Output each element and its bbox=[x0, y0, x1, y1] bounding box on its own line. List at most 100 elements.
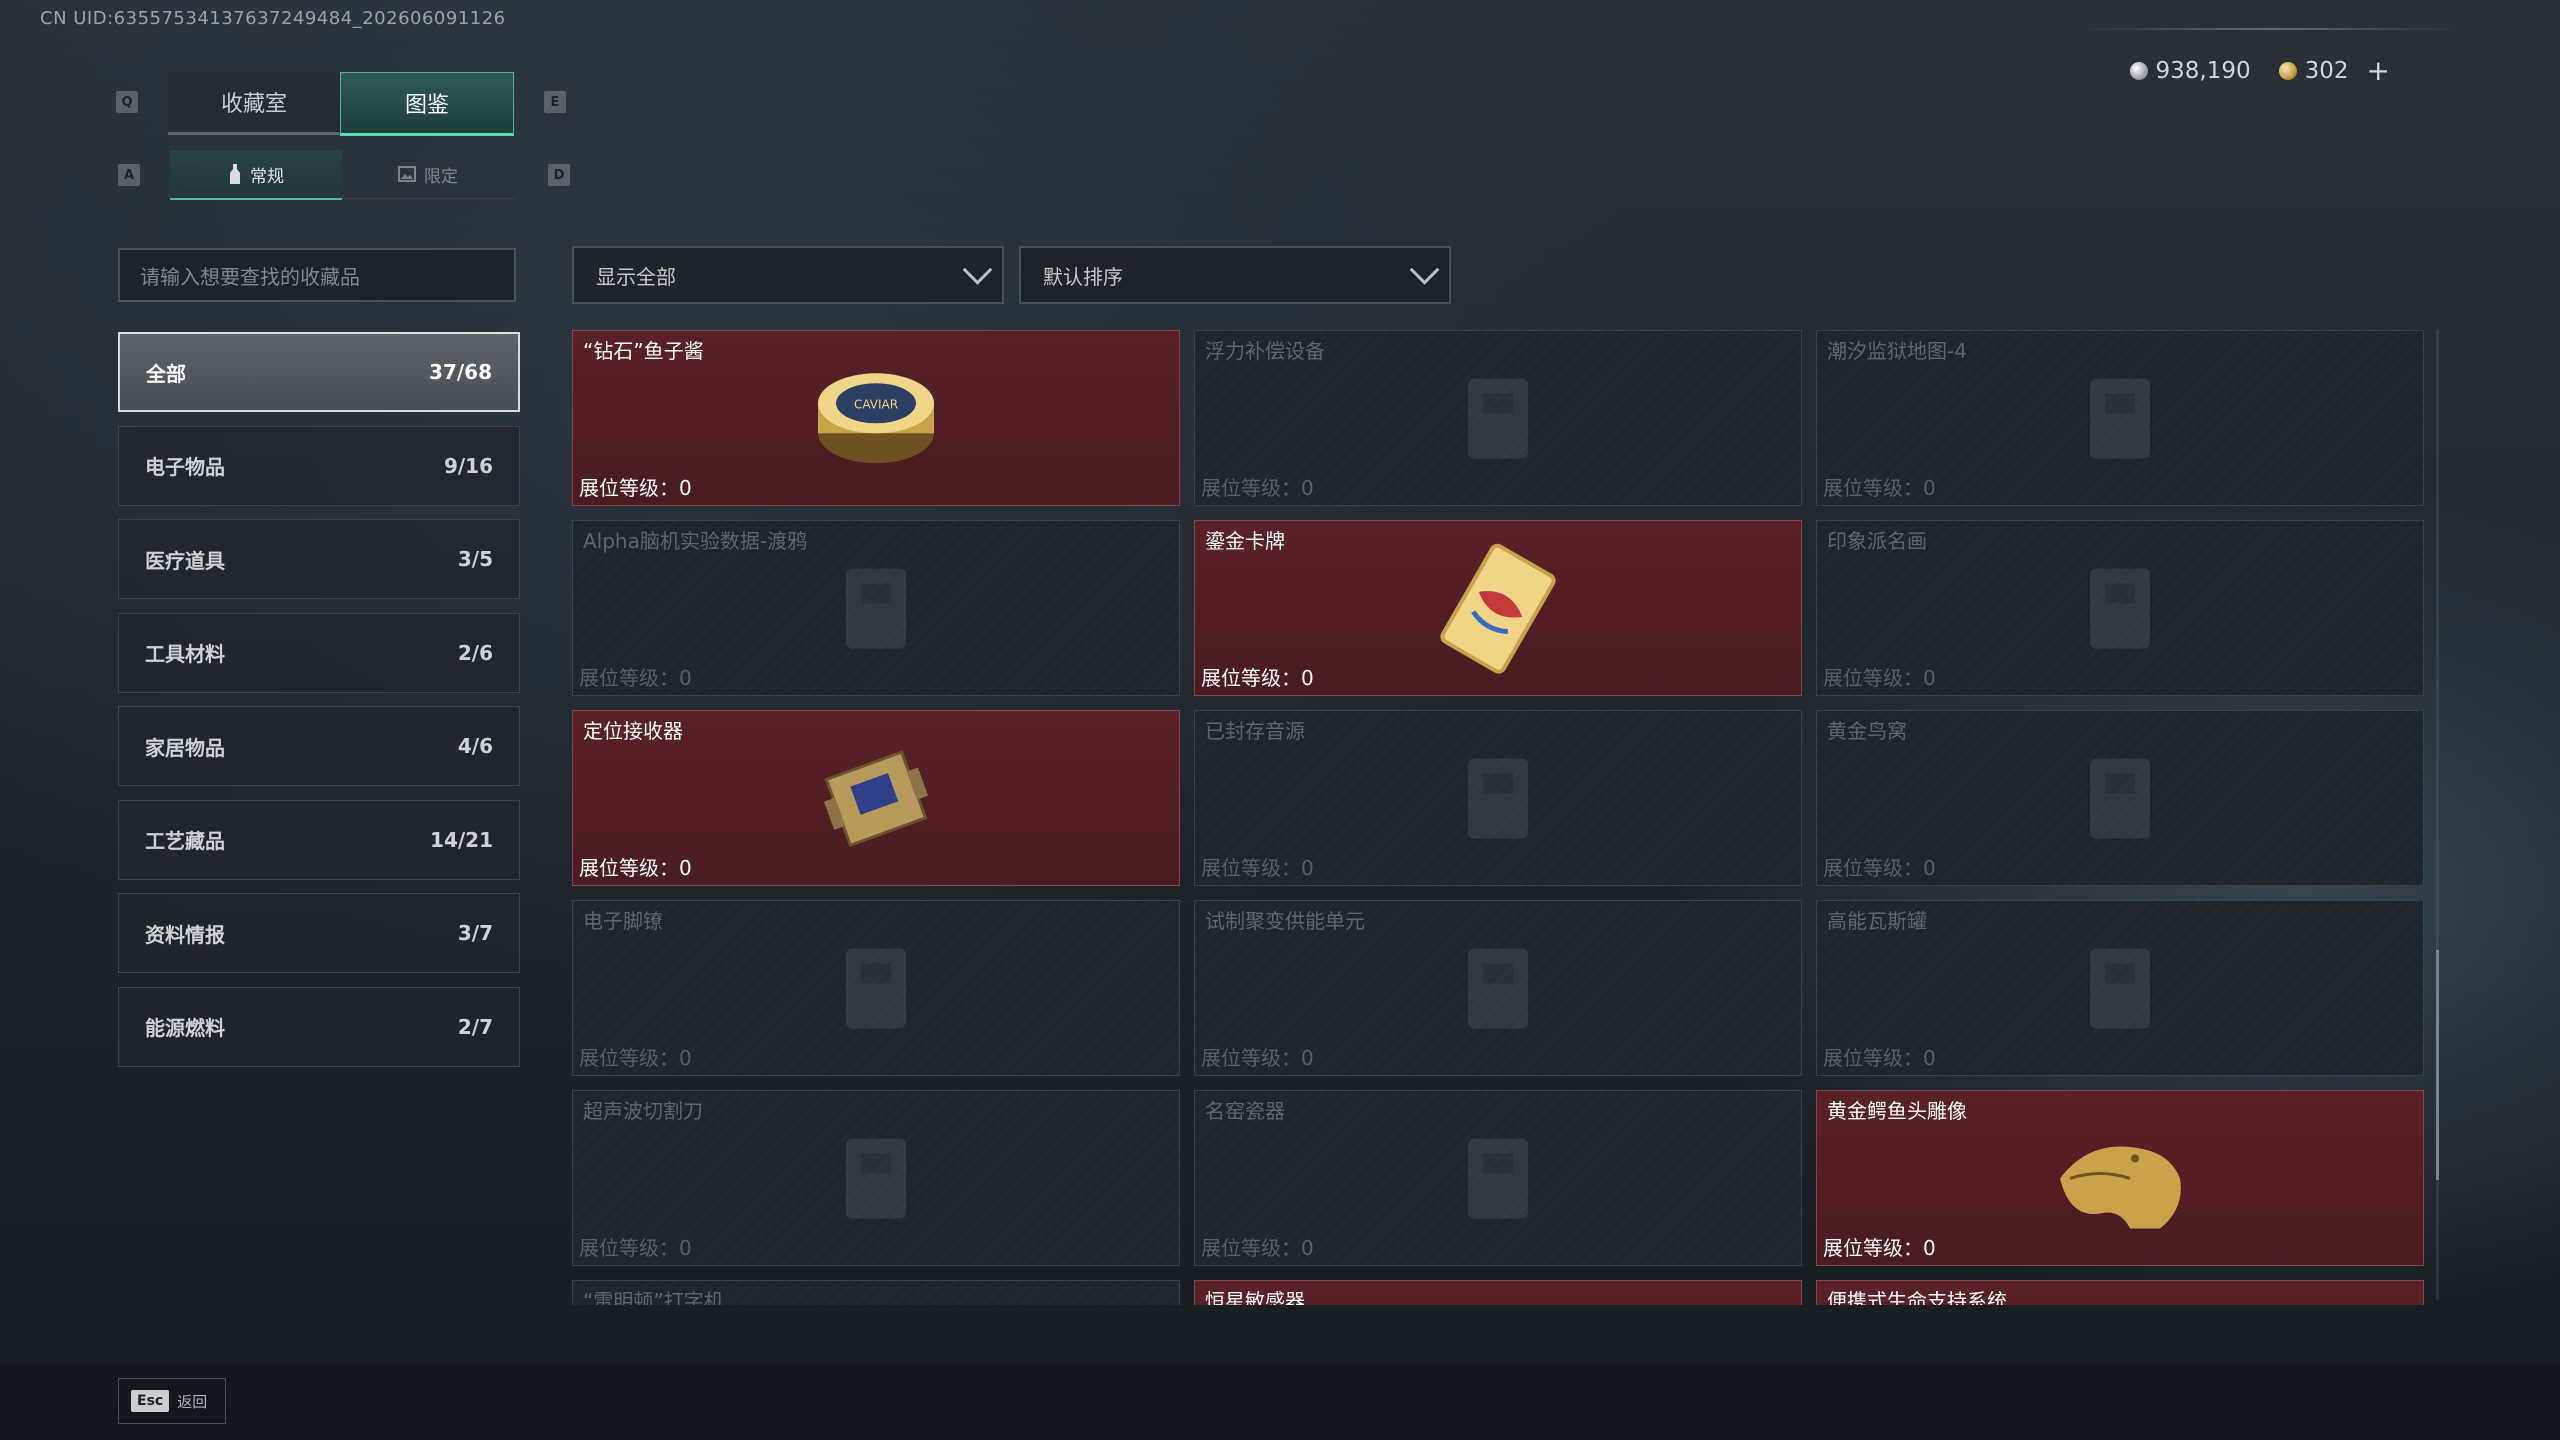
level-label: 展位等级： bbox=[1201, 476, 1301, 500]
ankle-monitor-icon bbox=[816, 928, 936, 1052]
subtab-regular[interactable]: 常规 bbox=[170, 150, 342, 200]
collection-card[interactable]: 超声波切割刀展位等级：0 bbox=[572, 1090, 1180, 1266]
item-level: 展位等级：0 bbox=[1201, 852, 1314, 881]
collection-card[interactable]: “钻石”鱼子酱 CAVIAR 展位等级：0 bbox=[572, 330, 1180, 506]
gilded-card-icon bbox=[1423, 543, 1573, 678]
tab-codex[interactable]: 图鉴 bbox=[340, 72, 514, 136]
level-value: 0 bbox=[1923, 476, 1936, 500]
tab-collection-room[interactable]: 收藏室 bbox=[168, 72, 340, 135]
item-name: 电子脚镣 bbox=[583, 909, 663, 933]
item-level: 展位等级：0 bbox=[1823, 472, 1936, 501]
gold-amount: 302 bbox=[2304, 57, 2349, 84]
item-level: 展位等级：0 bbox=[1823, 852, 1936, 881]
category-label: 能源燃料 bbox=[145, 1016, 225, 1040]
add-currency-button[interactable]: + bbox=[2367, 54, 2390, 87]
currency-bar: 938,190 302 + bbox=[2129, 54, 2390, 87]
item-name: 已封存音源 bbox=[1205, 719, 1305, 743]
category-item[interactable]: 家居物品 4/6 bbox=[118, 706, 520, 786]
category-item[interactable]: 资料情报 3/7 bbox=[118, 893, 520, 973]
level-label: 展位等级： bbox=[1201, 666, 1301, 690]
collection-card[interactable]: 黄金鸟窝 展位等级：0 bbox=[1816, 710, 2424, 886]
collection-card[interactable]: 试制聚变供能单元展位等级：0 bbox=[1194, 900, 1802, 1076]
gold-currency: 302 + bbox=[2278, 54, 2390, 87]
scrollbar-thumb[interactable] bbox=[2436, 950, 2439, 1180]
level-label: 展位等级： bbox=[579, 1236, 679, 1260]
gold-coin-icon bbox=[2278, 61, 2297, 80]
item-level: 展位等级：0 bbox=[1823, 1042, 1936, 1071]
painting-icon bbox=[2060, 548, 2180, 672]
item-name: Alpha脑机实验数据-渡鸦 bbox=[583, 529, 808, 553]
collection-card[interactable]: Alpha脑机实验数据-渡鸦 展位等级：0 bbox=[572, 520, 1180, 696]
collection-card[interactable]: 便携式生命支持系统 bbox=[1816, 1280, 2424, 1305]
level-label: 展位等级： bbox=[579, 476, 679, 500]
data-drive-icon bbox=[816, 548, 936, 672]
level-label: 展位等级： bbox=[579, 856, 679, 880]
receiver-icon bbox=[811, 734, 941, 868]
prev-tab-key[interactable]: Q bbox=[116, 91, 138, 113]
item-name: 潮汐监狱地图-4 bbox=[1827, 339, 1967, 363]
category-item[interactable]: 工艺藏品 14/21 bbox=[118, 799, 520, 880]
collection-card[interactable]: 电子脚镣 展位等级：0 bbox=[572, 900, 1180, 1076]
level-label: 展位等级： bbox=[1823, 666, 1923, 690]
collection-card[interactable]: 浮力补偿设备 展位等级：0 bbox=[1194, 330, 1802, 506]
bottle-icon bbox=[230, 164, 240, 184]
collection-card[interactable]: 鎏金卡牌展位等级：0 bbox=[1194, 520, 1802, 696]
prev-subtab-key[interactable]: A bbox=[118, 164, 140, 186]
caviar-tin-icon: CAVIAR bbox=[811, 363, 941, 477]
next-tab-key[interactable]: E bbox=[544, 91, 566, 113]
item-name: 鎏金卡牌 bbox=[1205, 529, 1285, 553]
category-list: 全部 37/68 电子物品 9/16 医疗道具 3/5 工具材料 2/6 家居物品 4/6 工艺藏品… bbox=[118, 332, 520, 1080]
level-value: 0 bbox=[679, 476, 692, 500]
chevron-down-icon bbox=[1409, 254, 1440, 285]
category-item[interactable]: 全部 37/68 bbox=[118, 332, 520, 412]
fusion-unit-icon bbox=[1438, 928, 1558, 1052]
level-value: 0 bbox=[1301, 856, 1314, 880]
category-count: 37/68 bbox=[429, 360, 492, 384]
subtab-limited[interactable]: 限定 bbox=[342, 150, 514, 199]
sound-source-icon bbox=[1438, 738, 1558, 862]
collection-card[interactable]: 恒星敏感器 bbox=[1194, 1280, 1802, 1305]
porcelain-vase-icon bbox=[1438, 1118, 1558, 1242]
category-item[interactable]: 电子物品 9/16 bbox=[118, 425, 520, 506]
collection-card[interactable]: 名窑瓷器 展位等级：0 bbox=[1194, 1090, 1802, 1266]
back-label: 返回 bbox=[177, 1392, 208, 1411]
sort-dropdown[interactable]: 默认排序 bbox=[1019, 246, 1451, 304]
category-item[interactable]: 能源燃料 2/7 bbox=[118, 986, 520, 1067]
collection-card[interactable]: “雷明顿”打字机 bbox=[572, 1280, 1180, 1305]
level-label: 展位等级： bbox=[579, 1046, 679, 1070]
collection-card[interactable]: 潮汐监狱地图-4 展位等级：0 bbox=[1816, 330, 2424, 506]
item-name: 恒星敏感器 bbox=[1205, 1289, 1305, 1305]
uid-text: CN UID:6355753413763724948​4_20260609112… bbox=[40, 8, 506, 29]
category-count: 4/6 bbox=[457, 734, 493, 758]
level-value: 0 bbox=[1923, 1046, 1936, 1070]
level-label: 展位等级： bbox=[1823, 856, 1923, 880]
collection-card[interactable]: 高能瓦斯罐展位等级：0 bbox=[1816, 900, 2424, 1076]
category-count: 9/16 bbox=[443, 453, 493, 478]
item-name: 超声波切割刀 bbox=[583, 1099, 703, 1123]
item-level: 展位等级：0 bbox=[579, 1232, 692, 1261]
gas-canister-icon bbox=[2060, 928, 2180, 1052]
silver-amount: 938,190 bbox=[2155, 57, 2251, 84]
back-button[interactable]: Esc 返回 bbox=[118, 1378, 226, 1424]
search-input[interactable]: 请输入想要查找的收藏品 bbox=[118, 248, 516, 302]
collection-card[interactable]: 定位接收器 展位等级：0 bbox=[572, 710, 1180, 886]
item-name: “雷明顿”打字机 bbox=[583, 1289, 724, 1305]
next-subtab-key[interactable]: D bbox=[548, 164, 570, 186]
subtab-limited-label: 限定 bbox=[424, 166, 458, 187]
collection-card[interactable]: 印象派名画 展位等级：0 bbox=[1816, 520, 2424, 696]
show-filter-dropdown[interactable]: 显示全部 bbox=[572, 246, 1004, 304]
level-label: 展位等级： bbox=[579, 666, 679, 690]
item-level: 展位等级：0 bbox=[1201, 662, 1314, 691]
category-item[interactable]: 工具材料 2/6 bbox=[118, 612, 520, 693]
item-name: 高能瓦斯罐 bbox=[1827, 909, 1927, 933]
category-label: 工艺藏品 bbox=[145, 829, 225, 853]
collection-card[interactable]: 黄金鳄鱼头雕像 展位等级：0 bbox=[1816, 1090, 2424, 1266]
main-tabs: 收藏室 图鉴 bbox=[168, 72, 514, 136]
item-level: 展位等级：0 bbox=[579, 472, 692, 501]
category-item[interactable]: 医疗道具 3/5 bbox=[118, 519, 520, 599]
collection-card[interactable]: 已封存音源展位等级：0 bbox=[1194, 710, 1802, 886]
item-level: 展位等级：0 bbox=[1201, 1042, 1314, 1071]
bottom-bar bbox=[0, 1364, 2560, 1440]
esc-key: Esc bbox=[131, 1390, 170, 1412]
item-name: 试制聚变供能单元 bbox=[1205, 909, 1365, 933]
